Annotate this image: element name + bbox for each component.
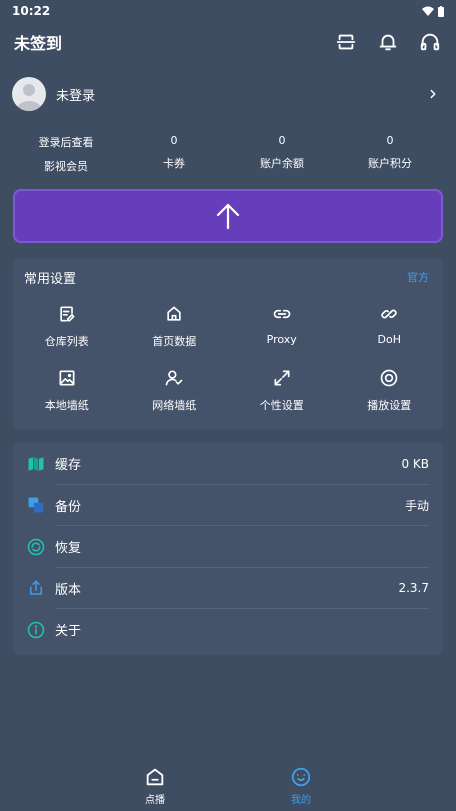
stat-label: 卡券 (163, 157, 185, 170)
link-icon (273, 309, 290, 319)
stat-value: 0 (170, 134, 178, 147)
setting-label: 仓库列表 (44, 335, 89, 348)
headphones-icon[interactable] (418, 30, 442, 54)
setting-repo-list[interactable]: 仓库列表 (13, 300, 121, 364)
info-icon (27, 621, 45, 638)
header-actions (334, 30, 442, 54)
stat-vip[interactable]: 登录后查看 影视会员 (12, 134, 120, 180)
list-label: 版本 (55, 582, 82, 598)
status-icons (422, 5, 444, 17)
map-icon (28, 457, 44, 471)
stat-value: 0 (278, 134, 286, 147)
setting-home-data[interactable]: 首页数据 (121, 300, 229, 364)
chevron-right-icon[interactable] (426, 87, 440, 101)
setting-personalize[interactable]: 个性设置 (228, 364, 336, 428)
settings-grid: 仓库列表 首页数据 Proxy DoH 本地墙纸 网络墙纸 个性设置 播放设置 (13, 296, 443, 428)
setting-label: 首页数据 (152, 335, 197, 348)
home-icon (167, 306, 181, 321)
arrow-up-icon (216, 203, 240, 230)
setting-label: Proxy (266, 333, 297, 346)
nav-label: 我的 (291, 795, 311, 806)
setting-label: 播放设置 (367, 399, 412, 412)
nav-mine[interactable]: 我的 (273, 766, 329, 806)
settings-title: 常用设置 (24, 271, 77, 287)
setting-proxy[interactable]: Proxy (228, 300, 336, 364)
common-settings-card: 常用设置 官方 仓库列表 首页数据 Proxy DoH 本地墙纸 网络墙纸 个性… (13, 258, 443, 430)
setting-label: 网络墙纸 (152, 399, 197, 412)
account-stats: 登录后查看 影视会员 0 卡券 0 账户余额 0 账户积分 (12, 134, 444, 180)
setting-label: 本地墙纸 (44, 399, 89, 412)
play-circle-icon (380, 369, 398, 387)
stat-value: 0 (386, 134, 394, 147)
setting-playback[interactable]: 播放设置 (336, 364, 444, 428)
bottom-nav: 点播 我的 (0, 761, 456, 811)
setting-local-wallpaper[interactable]: 本地墙纸 (13, 364, 121, 428)
chain-icon (381, 309, 397, 319)
page-title: 未签到 (14, 34, 63, 53)
bell-icon[interactable] (376, 30, 400, 54)
list-value: 手动 (404, 498, 429, 513)
stat-points[interactable]: 0 账户积分 (336, 134, 444, 180)
smiley-icon (291, 767, 311, 787)
stat-label: 账户余额 (260, 157, 304, 170)
options-list-card: 缓存 0 KB 备份 手动 恢复 版本 2.3.7 关于 (13, 443, 443, 655)
document-edit-icon (60, 306, 75, 322)
list-label: 缓存 (55, 458, 82, 474)
official-link[interactable]: 官方 (407, 269, 429, 285)
home-icon (146, 768, 164, 786)
user-profile-row[interactable]: 未登录 (12, 74, 444, 114)
refresh-icon (27, 538, 45, 555)
setting-label: 个性设置 (259, 399, 304, 412)
list-value: 0 KB (401, 456, 429, 471)
setting-doh[interactable]: DoH (336, 300, 444, 364)
setting-label: DoH (377, 333, 401, 346)
nav-vod[interactable]: 点播 (127, 766, 183, 806)
avatar[interactable] (12, 77, 46, 111)
user-check-icon (165, 370, 183, 386)
list-item-backup[interactable]: 备份 手动 (27, 485, 429, 527)
stat-label: 账户积分 (368, 157, 412, 170)
list-item-version[interactable]: 版本 2.3.7 (27, 568, 429, 610)
stat-coupons[interactable]: 0 卡券 (120, 134, 228, 180)
list-label: 恢复 (55, 541, 82, 557)
app-header: 未签到 (0, 22, 456, 62)
copy-icon (28, 497, 44, 513)
status-time: 10:22 (12, 4, 51, 18)
list-item-cache[interactable]: 缓存 0 KB (27, 443, 429, 485)
upload-button[interactable] (13, 189, 443, 243)
list-label: 备份 (55, 499, 82, 515)
expand-icon (274, 370, 290, 386)
list-value: 2.3.7 (398, 581, 429, 596)
image-icon (59, 370, 75, 386)
list-item-restore[interactable]: 恢复 (27, 526, 429, 568)
list-label: 关于 (55, 624, 82, 640)
stat-label: 影视会员 (44, 160, 88, 173)
user-name: 未登录 (56, 88, 96, 104)
settings-header: 常用设置 官方 (13, 258, 443, 296)
status-bar: 10:22 (0, 0, 456, 22)
scan-icon[interactable] (334, 30, 358, 54)
setting-network-wallpaper[interactable]: 网络墙纸 (121, 364, 229, 428)
stat-value: 登录后查看 (38, 136, 94, 149)
nav-label: 点播 (145, 795, 165, 806)
list-item-about[interactable]: 关于 (27, 609, 429, 651)
battery-icon (438, 5, 444, 17)
wifi-icon (422, 6, 434, 16)
stat-balance[interactable]: 0 账户余额 (228, 134, 336, 180)
share-icon (30, 580, 42, 595)
